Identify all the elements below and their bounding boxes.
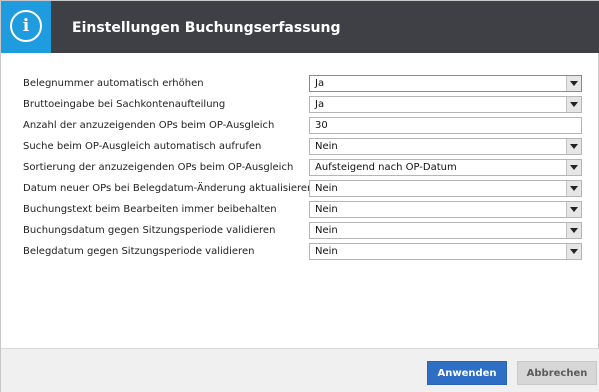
info-icon: i [10, 10, 42, 42]
setting-row-suche-op: Suche beim OP-Ausgleich automatisch aufr… [1, 138, 599, 155]
belegdatum-select[interactable]: Nein [309, 243, 582, 260]
chevron-down-icon [570, 249, 578, 254]
dropdown-button[interactable] [566, 202, 581, 217]
select-value: Aufsteigend nach OP-Datum [315, 162, 457, 173]
suche-op-select[interactable]: Nein [309, 138, 582, 155]
settings-dialog: i Einstellungen Buchungserfassung Belegn… [0, 0, 599, 392]
setting-row-buchungstext: Buchungstext beim Bearbeiten immer beibe… [1, 201, 599, 218]
setting-row-sortierung: Sortierung der anzuzeigenden OPs beim OP… [1, 159, 599, 176]
select-value: Nein [315, 183, 338, 194]
belegnummer-select[interactable]: Ja [309, 75, 582, 92]
chevron-down-icon [570, 207, 578, 212]
dropdown-button[interactable] [566, 244, 581, 259]
settings-form: Belegnummer automatisch erhöhen Ja Brutt… [1, 53, 599, 348]
setting-label: Datum neuer OPs bei Belegdatum-Änderung … [23, 183, 314, 194]
chevron-down-icon [570, 81, 578, 86]
select-value: Ja [315, 99, 325, 110]
setting-label: Bruttoeingabe bei Sachkontenaufteilung [23, 99, 226, 110]
chevron-down-icon [570, 144, 578, 149]
select-value: Nein [315, 204, 338, 215]
setting-row-anzahl-ops: Anzahl der anzuzeigenden OPs beim OP-Aus… [1, 117, 599, 134]
select-value: Ja [315, 78, 325, 89]
info-icon-box: i [1, 1, 51, 53]
chevron-down-icon [570, 102, 578, 107]
dialog-title: Einstellungen Buchungserfassung [72, 20, 341, 36]
setting-label: Belegdatum gegen Sitzungsperiode validie… [23, 246, 255, 257]
chevron-down-icon [570, 228, 578, 233]
info-glyph: i [22, 16, 30, 36]
setting-row-datum-ops: Datum neuer OPs bei Belegdatum-Änderung … [1, 180, 599, 197]
setting-row-bruttoeingabe: Bruttoeingabe bei Sachkontenaufteilung J… [1, 96, 599, 113]
dropdown-button[interactable] [566, 160, 581, 175]
setting-label: Belegnummer automatisch erhöhen [23, 78, 204, 89]
input-value: 30 [315, 120, 328, 131]
select-value: Nein [315, 246, 338, 257]
datum-ops-select[interactable]: Nein [309, 180, 582, 197]
dropdown-button[interactable] [566, 223, 581, 238]
dropdown-button[interactable] [566, 139, 581, 154]
dropdown-button[interactable] [566, 181, 581, 196]
select-value: Nein [315, 225, 338, 236]
dialog-titlebar: i Einstellungen Buchungserfassung [1, 1, 599, 53]
buchungstext-select[interactable]: Nein [309, 201, 582, 218]
setting-row-belegdatum: Belegdatum gegen Sitzungsperiode validie… [1, 243, 599, 260]
sortierung-select[interactable]: Aufsteigend nach OP-Datum [309, 159, 582, 176]
setting-label: Sortierung der anzuzeigenden OPs beim OP… [23, 162, 294, 173]
chevron-down-icon [570, 186, 578, 191]
apply-button[interactable]: Anwenden [427, 361, 507, 385]
setting-row-buchungsdatum: Buchungsdatum gegen Sitzungsperiode vali… [1, 222, 599, 239]
setting-label: Buchungsdatum gegen Sitzungsperiode vali… [23, 225, 276, 236]
cancel-button[interactable]: Abbrechen [517, 361, 597, 385]
setting-label: Anzahl der anzuzeigenden OPs beim OP-Aus… [23, 120, 275, 131]
bruttoeingabe-select[interactable]: Ja [309, 96, 582, 113]
chevron-down-icon [570, 165, 578, 170]
select-value: Nein [315, 141, 338, 152]
buchungsdatum-select[interactable]: Nein [309, 222, 582, 239]
setting-label: Suche beim OP-Ausgleich automatisch aufr… [23, 141, 262, 152]
setting-label: Buchungstext beim Bearbeiten immer beibe… [23, 204, 277, 215]
setting-row-belegnummer: Belegnummer automatisch erhöhen Ja [1, 75, 599, 92]
dialog-footer: Anwenden Abbrechen [1, 348, 599, 392]
dropdown-button[interactable] [566, 97, 581, 112]
anzahl-ops-input[interactable]: 30 [309, 117, 582, 134]
dropdown-button[interactable] [566, 76, 581, 91]
